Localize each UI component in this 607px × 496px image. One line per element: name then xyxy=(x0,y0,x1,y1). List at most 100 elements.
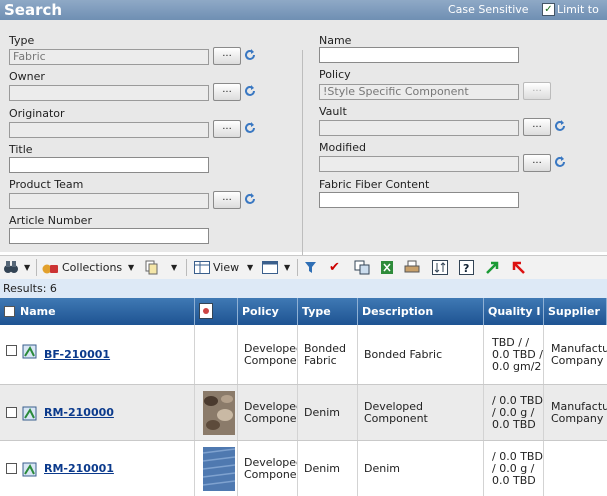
type-cell: Bonded Fabric xyxy=(298,325,358,384)
form-divider xyxy=(302,50,303,270)
description-cell: Denim xyxy=(358,441,484,496)
description-cell: Bonded Fabric xyxy=(358,325,484,384)
originator-browse-button[interactable]: ... xyxy=(213,120,241,138)
product-team-label: Product Team xyxy=(9,178,84,191)
type-label: Type xyxy=(9,34,35,47)
vault-browse-button[interactable]: ... xyxy=(523,118,551,136)
supplier-cell: Manufacturer Company 1 xyxy=(551,341,607,367)
collections-icon xyxy=(42,264,58,274)
product-team-refresh-icon[interactable] xyxy=(243,192,257,206)
page-title: Search xyxy=(4,1,63,19)
limit-to-label: Limit to xyxy=(557,3,599,16)
fabric-type-icon xyxy=(22,462,37,477)
document-image-icon xyxy=(199,303,213,319)
filter-icon[interactable] xyxy=(304,261,317,274)
title-field[interactable] xyxy=(9,157,209,173)
column-header-image xyxy=(195,298,238,325)
product-team-field[interactable] xyxy=(9,193,209,209)
modified-field[interactable] xyxy=(319,156,519,172)
case-sensitive-label: Case Sensitive xyxy=(448,3,529,16)
collections-menu[interactable]: Collections xyxy=(62,260,122,275)
view-menu[interactable]: View xyxy=(213,260,239,275)
supplier-cell: Manufacturer Company 1 xyxy=(551,399,607,425)
owner-label: Owner xyxy=(9,70,45,83)
quality-cell: TBD / / 0.0 TBD / 0.0 gm/2 xyxy=(484,325,544,384)
table-view-icon xyxy=(194,261,210,274)
column-header-name[interactable]: Name xyxy=(0,298,195,325)
compare-icon[interactable] xyxy=(354,260,370,275)
toolbar-separator xyxy=(36,259,37,276)
chevron-down-icon[interactable]: ▼ xyxy=(24,260,30,275)
select-all-checkbox[interactable] xyxy=(4,306,15,317)
print-icon[interactable] xyxy=(404,260,420,275)
row-checkbox[interactable] xyxy=(6,407,17,418)
chevron-down-icon[interactable]: ▼ xyxy=(171,260,177,275)
toolbar-separator xyxy=(186,259,187,276)
fabric-fiber-content-field[interactable] xyxy=(319,192,519,208)
supplier-cell xyxy=(544,441,607,496)
column-header-description[interactable]: Description xyxy=(358,298,484,325)
column-header-policy[interactable]: Policy xyxy=(238,298,298,325)
toolbar-separator xyxy=(297,259,298,276)
policy-cell: Developed Component xyxy=(238,441,298,496)
search-header: Search Case Sensitive ✓ Limit to xyxy=(0,0,607,20)
row-checkbox[interactable] xyxy=(6,345,17,356)
fabric-type-icon xyxy=(22,406,37,421)
object-link[interactable]: RM-210000 xyxy=(44,406,114,419)
copy-icon[interactable] xyxy=(145,260,159,275)
name-label: Name xyxy=(319,34,352,47)
help-icon[interactable]: ? xyxy=(459,260,474,275)
policy-browse-button[interactable]: ... xyxy=(523,82,551,100)
policy-cell: Developed Component xyxy=(238,385,298,440)
owner-field[interactable] xyxy=(9,85,209,101)
table-row[interactable]: RM-210000 Developed Component Denim Deve… xyxy=(0,385,607,441)
red-arrow-icon[interactable] xyxy=(511,260,526,275)
calendar-icon[interactable] xyxy=(262,261,278,274)
modified-refresh-icon[interactable] xyxy=(553,155,567,169)
image-cell xyxy=(195,441,238,496)
column-header-type[interactable]: Type xyxy=(298,298,358,325)
modified-browse-button[interactable]: ... xyxy=(523,154,551,172)
svg-text:?: ? xyxy=(463,262,469,275)
binoculars-icon[interactable] xyxy=(3,259,19,275)
description-cell: Developed Component xyxy=(358,385,484,440)
object-link[interactable]: BF-210001 xyxy=(44,348,110,361)
sort-icon[interactable] xyxy=(432,260,448,275)
vault-refresh-icon[interactable] xyxy=(553,119,567,133)
policy-field[interactable]: !Style Specific Component xyxy=(319,84,519,100)
object-link[interactable]: RM-210001 xyxy=(44,462,114,475)
results-count: Results: 6 xyxy=(0,279,607,298)
owner-browse-button[interactable]: ... xyxy=(213,83,241,101)
column-header-supplier[interactable]: Supplier xyxy=(544,298,607,325)
checkmark-icon[interactable]: ✔ xyxy=(329,260,340,275)
type-refresh-icon[interactable] xyxy=(243,48,257,62)
column-header-quality[interactable]: Quality I xyxy=(484,298,544,325)
chevron-down-icon[interactable]: ▼ xyxy=(247,260,253,275)
owner-refresh-icon[interactable] xyxy=(243,84,257,98)
originator-field[interactable] xyxy=(9,122,209,138)
image-cell xyxy=(195,325,238,384)
originator-refresh-icon[interactable] xyxy=(243,121,257,135)
chevron-down-icon[interactable]: ▼ xyxy=(284,260,290,275)
table-row[interactable]: RM-210001 Developed Component Denim Deni… xyxy=(0,441,607,496)
quality-cell: / 0.0 TBD / 0.0 g / 0.0 TBD xyxy=(484,441,544,496)
type-cell: Denim xyxy=(298,441,358,496)
type-browse-button[interactable]: ... xyxy=(213,47,241,65)
limit-to-checkbox[interactable]: ✓ xyxy=(542,3,555,16)
toolbar: ▼ Collections ▼ ▼ View ▼ ▼ ✔ ? xyxy=(0,255,607,280)
type-field[interactable]: Fabric xyxy=(9,49,209,65)
denim-fabric-thumbnail[interactable] xyxy=(203,446,235,491)
modified-label: Modified xyxy=(319,141,366,154)
table-row[interactable]: BF-210001 Developed Component Bonded Fab… xyxy=(0,325,607,385)
name-field[interactable] xyxy=(319,47,519,63)
excel-export-icon[interactable] xyxy=(380,260,394,275)
green-arrow-icon[interactable] xyxy=(485,260,500,275)
article-number-field[interactable] xyxy=(9,228,209,244)
originator-label: Originator xyxy=(9,107,65,120)
product-team-browse-button[interactable]: ... xyxy=(213,191,241,209)
vault-field[interactable] xyxy=(319,120,519,136)
quality-cell: / 0.0 TBD / 0.0 g / 0.0 TBD xyxy=(484,385,544,440)
chevron-down-icon[interactable]: ▼ xyxy=(128,260,134,275)
row-checkbox[interactable] xyxy=(6,463,17,474)
camo-fabric-thumbnail[interactable] xyxy=(203,390,235,435)
